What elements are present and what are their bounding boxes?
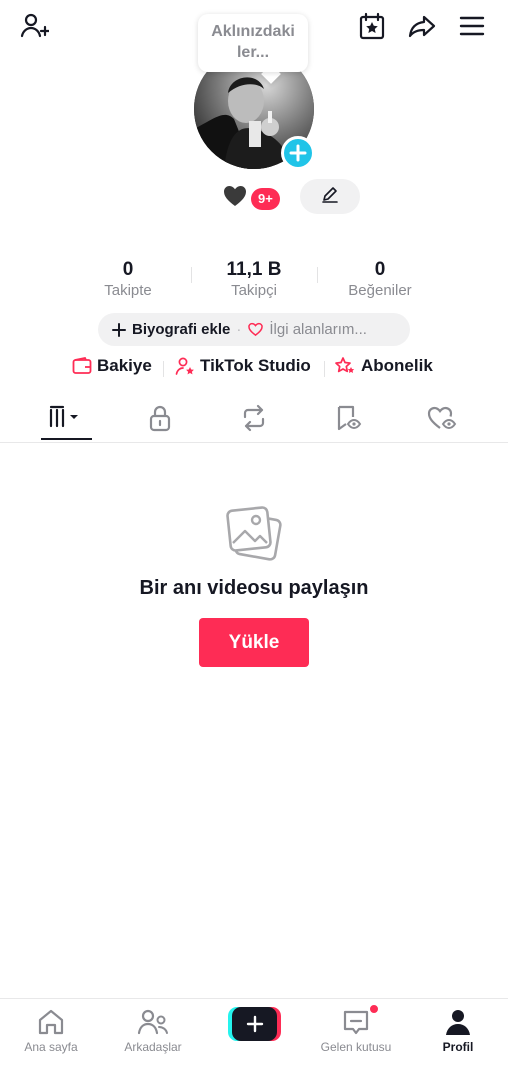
likes-label: Beğeniler xyxy=(348,282,412,299)
plus-icon xyxy=(246,1015,263,1033)
photos-icon xyxy=(224,503,284,568)
inbox-notification-dot xyxy=(369,1004,379,1014)
bio-pill: Biyografi ekle · İlgi alanlarım... xyxy=(98,313,410,346)
nav-profile-label: Profil xyxy=(442,1040,474,1054)
tab-videos[interactable] xyxy=(18,398,114,442)
hamburger-menu-icon[interactable] xyxy=(456,10,488,42)
add-bio-button[interactable]: Biyografi ekle xyxy=(112,321,230,338)
black-heart-icon xyxy=(222,184,248,213)
profile-icon xyxy=(408,1007,508,1037)
nav-inbox[interactable]: Gelen kutusu xyxy=(306,1004,406,1054)
bottom-navigation: Ana sayfa Arkadaşlar Gelen kutusu Profil xyxy=(0,998,508,1080)
stars-icon xyxy=(335,357,355,373)
profile-links: Bakiye TikTok Studio Abonelik xyxy=(0,356,508,382)
tab-private[interactable] xyxy=(112,398,208,442)
create-button-face xyxy=(232,1007,277,1041)
followers-count: 11,1 B xyxy=(226,259,282,280)
home-icon xyxy=(1,1007,101,1037)
repost-icon xyxy=(240,404,268,437)
edit-profile-button[interactable] xyxy=(300,179,360,214)
tiktok-studio-label: TikTok Studio xyxy=(200,356,311,375)
videos-grid-icon xyxy=(47,404,85,435)
bookmark-eye-icon xyxy=(334,404,362,437)
bio-separator-dot: · xyxy=(236,321,242,338)
nav-home-label: Ana sayfa xyxy=(24,1040,78,1054)
interests-label: İlgi alanlarım... xyxy=(269,321,367,338)
nav-profile[interactable]: Profil xyxy=(408,1007,508,1054)
links-divider xyxy=(324,361,325,377)
tab-reposts[interactable] xyxy=(206,398,302,442)
note-bubble[interactable]: Aklınızdaki ler... xyxy=(198,14,308,72)
nav-friends[interactable]: Arkadaşlar xyxy=(103,1007,203,1054)
calendar-star-icon[interactable] xyxy=(356,10,388,42)
tab-favorites[interactable] xyxy=(300,398,396,442)
add-bio-label: Biyografi ekle xyxy=(132,321,231,338)
active-tab-indicator xyxy=(41,438,92,440)
person-plus-icon[interactable] xyxy=(18,10,50,42)
interests-button[interactable]: İlgi alanlarım... xyxy=(247,321,367,338)
nav-home[interactable]: Ana sayfa xyxy=(1,1007,101,1054)
balance-label: Bakiye xyxy=(97,356,152,375)
tiktok-studio-link[interactable]: TikTok Studio xyxy=(175,356,311,376)
share-arrow-icon[interactable] xyxy=(406,10,438,42)
person-star-icon xyxy=(175,357,194,375)
tab-liked[interactable] xyxy=(394,398,490,442)
links-divider xyxy=(163,361,164,377)
wallet-icon xyxy=(72,357,92,374)
friends-icon xyxy=(103,1007,203,1037)
create-button[interactable] xyxy=(228,1007,281,1041)
add-avatar-button[interactable] xyxy=(281,136,315,170)
balance-link[interactable]: Bakiye xyxy=(72,356,152,376)
profile-stats: 0 Takipte 11,1 B Takipçi 0 Beğeniler xyxy=(0,259,508,303)
liked-heart-eye-icon xyxy=(427,404,457,437)
inbox-icon xyxy=(306,1004,406,1037)
stat-likes[interactable]: 0 Beğeniler xyxy=(315,259,445,301)
upload-button[interactable]: Yükle xyxy=(199,618,309,667)
likes-count: 0 xyxy=(374,259,386,280)
notification-count-badge: 9+ xyxy=(251,187,280,210)
likes-badge[interactable]: 9+ xyxy=(222,184,280,213)
subscription-label: Abonelik xyxy=(361,356,433,375)
nav-inbox-label: Gelen kutusu xyxy=(320,1040,392,1054)
following-count: 0 xyxy=(122,259,134,280)
content-tabs xyxy=(0,398,508,443)
heart-outline-icon xyxy=(248,322,264,337)
nav-friends-label: Arkadaşlar xyxy=(124,1040,182,1054)
note-bubble-text: Aklınızdaki ler... xyxy=(211,23,295,61)
lock-icon xyxy=(147,404,173,437)
plus-icon xyxy=(112,322,126,337)
stat-followers[interactable]: 11,1 B Takipçi xyxy=(189,259,319,301)
followers-label: Takipçi xyxy=(231,282,277,299)
following-label: Takipte xyxy=(104,282,152,299)
stat-following[interactable]: 0 Takipte xyxy=(63,259,193,301)
empty-state-title: Bir anı videosu paylaşın xyxy=(139,577,369,599)
subscription-link[interactable]: Abonelik xyxy=(334,356,433,376)
pencil-icon xyxy=(320,184,340,209)
